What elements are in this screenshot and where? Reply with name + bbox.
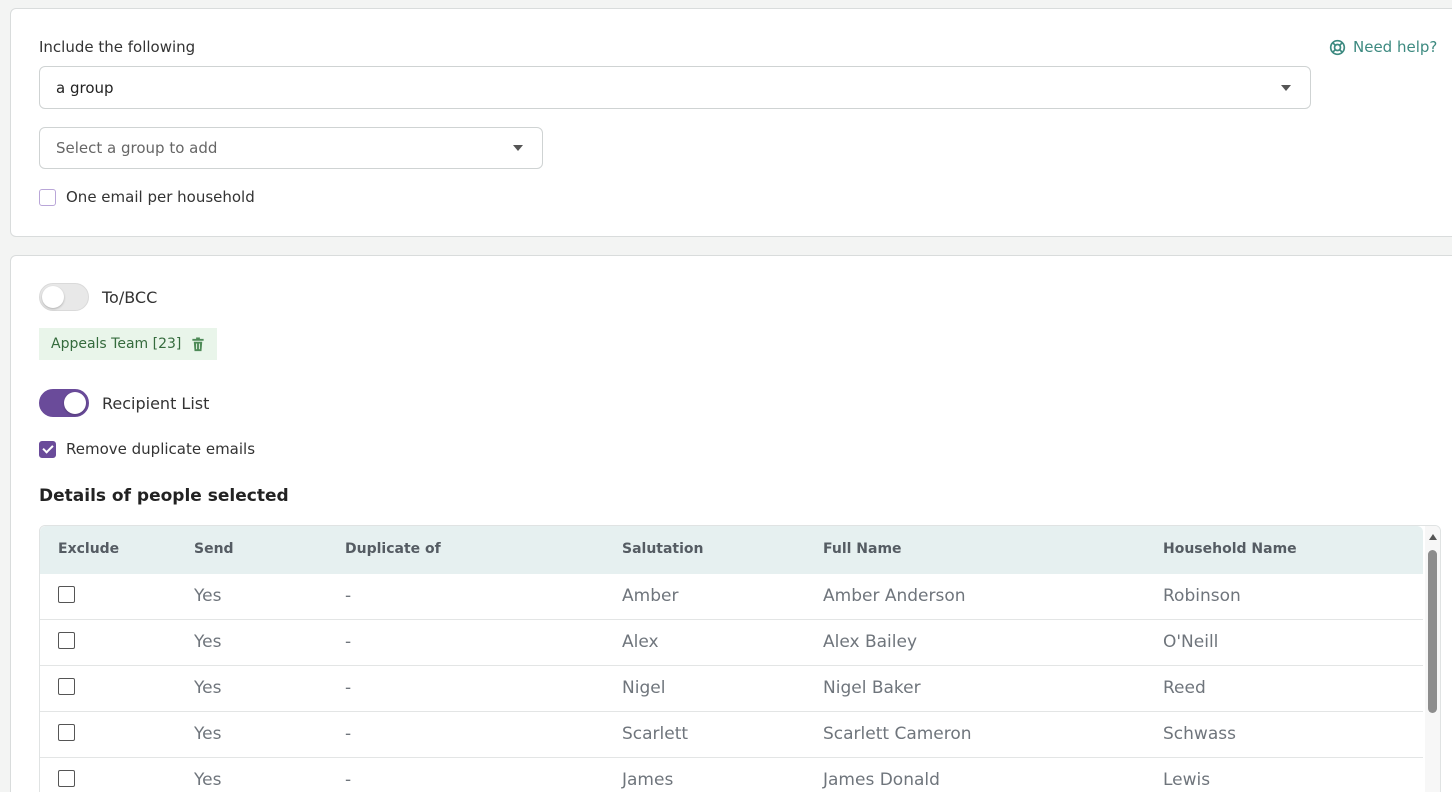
send-cell: Yes — [194, 586, 222, 606]
table-scrollbar[interactable] — [1425, 526, 1440, 792]
household-cell: Schwass — [1163, 724, 1236, 744]
salutation-cell: Nigel — [622, 678, 666, 698]
recipient-list-row: Recipient List — [39, 389, 209, 417]
table-row: Yes - Nigel Nigel Baker Reed — [40, 666, 1423, 712]
table-row: Yes - James James Donald Lewis — [40, 758, 1423, 792]
exclude-checkbox[interactable] — [58, 586, 75, 603]
trash-icon[interactable] — [191, 336, 205, 352]
group-select-placeholder: Select a group to add — [56, 139, 218, 157]
table-header: Exclude Send Duplicate of Salutation Ful… — [40, 526, 1423, 574]
duplicate-cell: - — [345, 632, 352, 652]
group-tag-label: Appeals Team [23] — [51, 336, 182, 352]
include-type-value: a group — [56, 78, 114, 97]
column-header-household[interactable]: Household Name — [1163, 541, 1297, 557]
include-type-select[interactable]: a group — [39, 66, 1311, 109]
send-cell: Yes — [194, 678, 222, 698]
full-name-cell: Amber Anderson — [823, 586, 966, 606]
remove-duplicates-checkbox[interactable] — [39, 440, 56, 458]
need-help-label: Need help? — [1353, 38, 1438, 56]
group-tag: Appeals Team [23] — [39, 328, 218, 360]
details-heading: Details of people selected — [39, 486, 289, 506]
remove-duplicates-row: Remove duplicate emails — [39, 440, 255, 458]
salutation-cell: James — [622, 770, 674, 790]
include-label: Include the following — [39, 38, 196, 56]
duplicate-cell: - — [345, 586, 352, 606]
salutation-cell: Amber — [622, 586, 679, 606]
household-cell: Reed — [1163, 678, 1206, 698]
group-select[interactable]: Select a group to add — [39, 127, 543, 169]
toggle-knob — [64, 392, 86, 414]
column-header-full-name[interactable]: Full Name — [823, 541, 902, 557]
household-cell: Lewis — [1163, 770, 1211, 790]
people-table: Exclude Send Duplicate of Salutation Ful… — [39, 525, 1441, 792]
duplicate-cell: - — [345, 724, 352, 744]
send-cell: Yes — [194, 770, 222, 790]
full-name-cell: Scarlett Cameron — [823, 724, 972, 744]
recipient-list-toggle[interactable] — [39, 389, 89, 417]
one-email-label: One email per household — [66, 188, 255, 206]
duplicate-cell: - — [345, 678, 352, 698]
household-cell: O'Neill — [1163, 632, 1219, 652]
exclude-checkbox[interactable] — [58, 724, 75, 741]
to-bcc-row: To/BCC — [39, 283, 157, 311]
recipient-list-label: Recipient List — [102, 393, 210, 413]
column-header-send[interactable]: Send — [194, 541, 234, 557]
chevron-down-icon — [1281, 84, 1291, 91]
recipients-card: To/BCC Appeals Team [23] Recipient List … — [10, 255, 1452, 792]
one-email-row: One email per household — [39, 188, 255, 206]
column-header-salutation[interactable]: Salutation — [622, 541, 704, 557]
full-name-cell: James Donald — [823, 770, 940, 790]
salutation-cell: Scarlett — [622, 724, 689, 744]
exclude-checkbox[interactable] — [58, 632, 75, 649]
scroll-up-icon[interactable] — [1429, 534, 1437, 540]
scrollbar-thumb[interactable] — [1428, 550, 1437, 713]
table-row: Yes - Amber Amber Anderson Robinson — [40, 574, 1423, 620]
duplicate-cell: - — [345, 770, 352, 790]
one-email-checkbox[interactable] — [39, 188, 56, 206]
need-help-link[interactable]: Need help? — [1329, 38, 1437, 56]
column-header-duplicate[interactable]: Duplicate of — [345, 541, 441, 557]
exclude-checkbox[interactable] — [58, 770, 75, 787]
household-cell: Robinson — [1163, 586, 1241, 606]
to-bcc-label: To/BCC — [102, 287, 158, 307]
include-card: Include the following Need help? a group… — [10, 8, 1452, 237]
send-cell: Yes — [194, 632, 222, 652]
salutation-cell: Alex — [622, 632, 659, 652]
table-row: Yes - Scarlett Scarlett Cameron Schwass — [40, 712, 1423, 758]
exclude-checkbox[interactable] — [58, 678, 75, 695]
column-header-exclude[interactable]: Exclude — [58, 541, 119, 557]
table-row: Yes - Alex Alex Bailey O'Neill — [40, 620, 1423, 666]
full-name-cell: Alex Bailey — [823, 632, 918, 652]
toggle-knob — [42, 286, 64, 308]
lifebuoy-icon — [1329, 39, 1346, 55]
to-bcc-toggle[interactable] — [39, 283, 89, 311]
chevron-down-icon — [513, 145, 523, 151]
remove-duplicates-label: Remove duplicate emails — [66, 440, 256, 458]
send-cell: Yes — [194, 724, 222, 744]
full-name-cell: Nigel Baker — [823, 678, 921, 698]
